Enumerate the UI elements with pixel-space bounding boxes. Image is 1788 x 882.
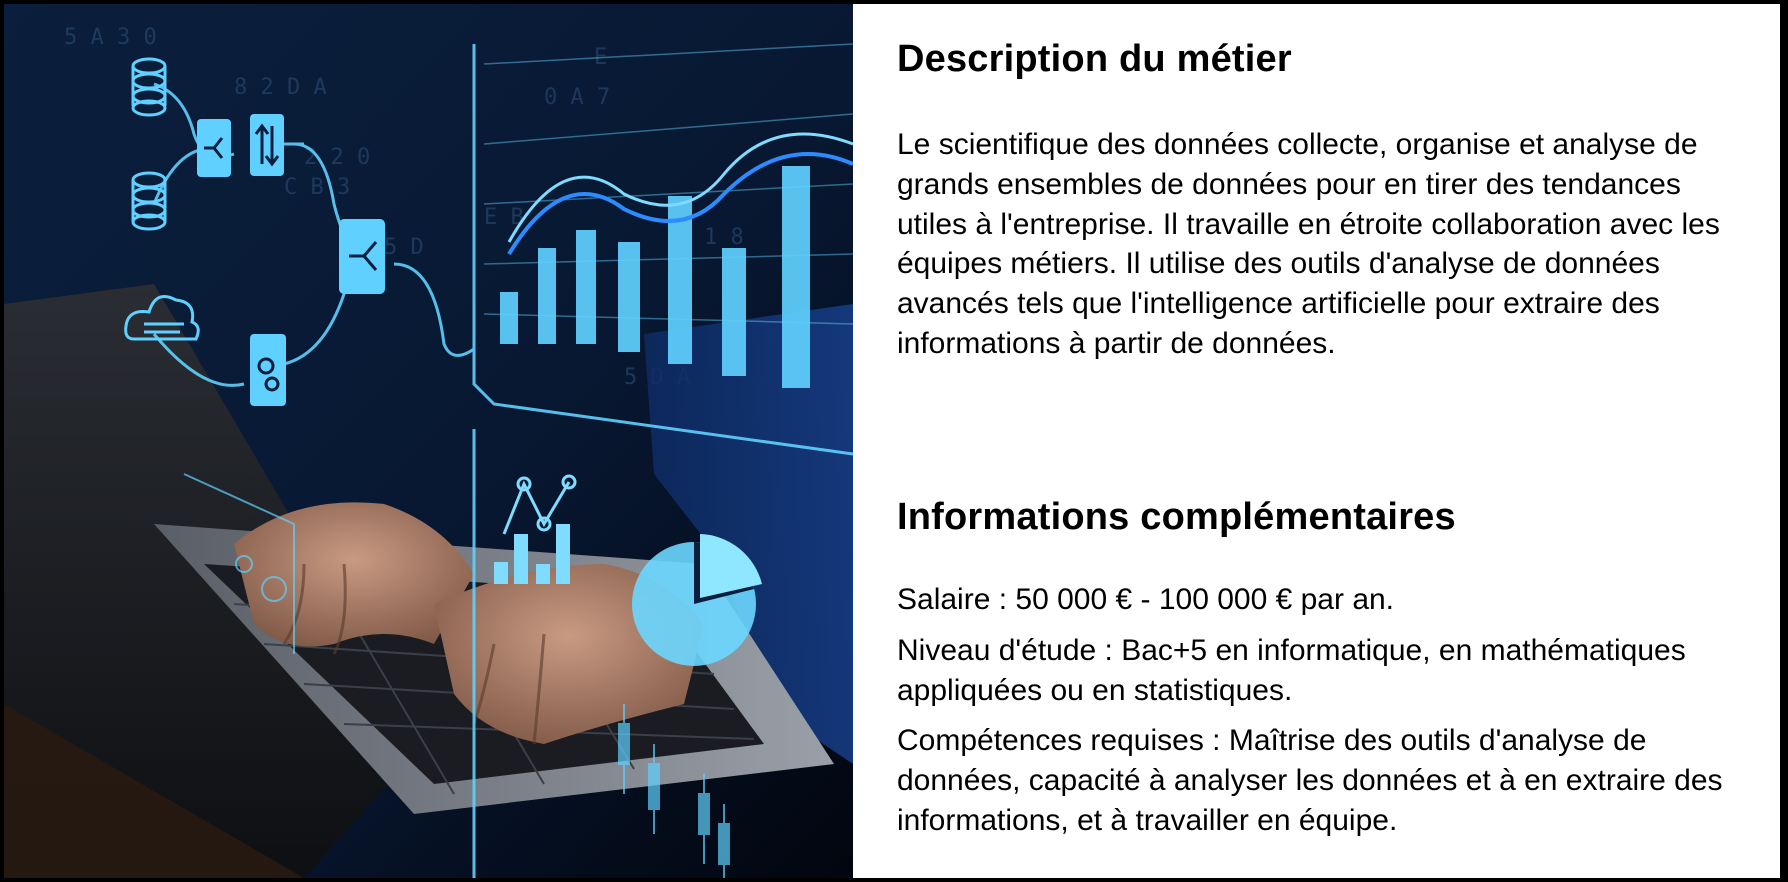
svg-text:5 D: 5 D (384, 235, 424, 260)
job-info-panel: Description du métier Le scientifique de… (853, 4, 1780, 878)
svg-text:1 8: 1 8 (704, 225, 744, 250)
svg-text:0 A 7: 0 A 7 (544, 85, 610, 110)
description-title: Description du métier (897, 38, 1292, 80)
svg-text:2 2 0: 2 2 0 (304, 145, 370, 170)
info-title: Informations complémentaires (897, 496, 1456, 538)
sort-arrows-icon (250, 114, 284, 176)
description-text: Le scientifique des données collecte, or… (897, 128, 1720, 360)
salary-item: Salaire : 50 000 € - 100 000 € par an. (897, 583, 1395, 616)
gears-icon (250, 334, 286, 406)
svg-text:8 2 D A: 8 2 D A (234, 75, 327, 100)
svg-text:5 A 3 0: 5 A 3 0 (64, 25, 157, 50)
info-list: Salaire : 50 000 € - 100 000 € par an. N… (897, 580, 1757, 852)
svg-text:C B 3: C B 3 (284, 175, 350, 200)
education-item: Niveau d'étude : Bac+5 en informatique, … (897, 633, 1686, 707)
skills-item: Compétences requises : Maîtrise des outi… (897, 724, 1723, 837)
hero-image: 8 2 D A2 2 0 C B 35 D 0 A 75 D A E B5 A … (4, 4, 853, 878)
